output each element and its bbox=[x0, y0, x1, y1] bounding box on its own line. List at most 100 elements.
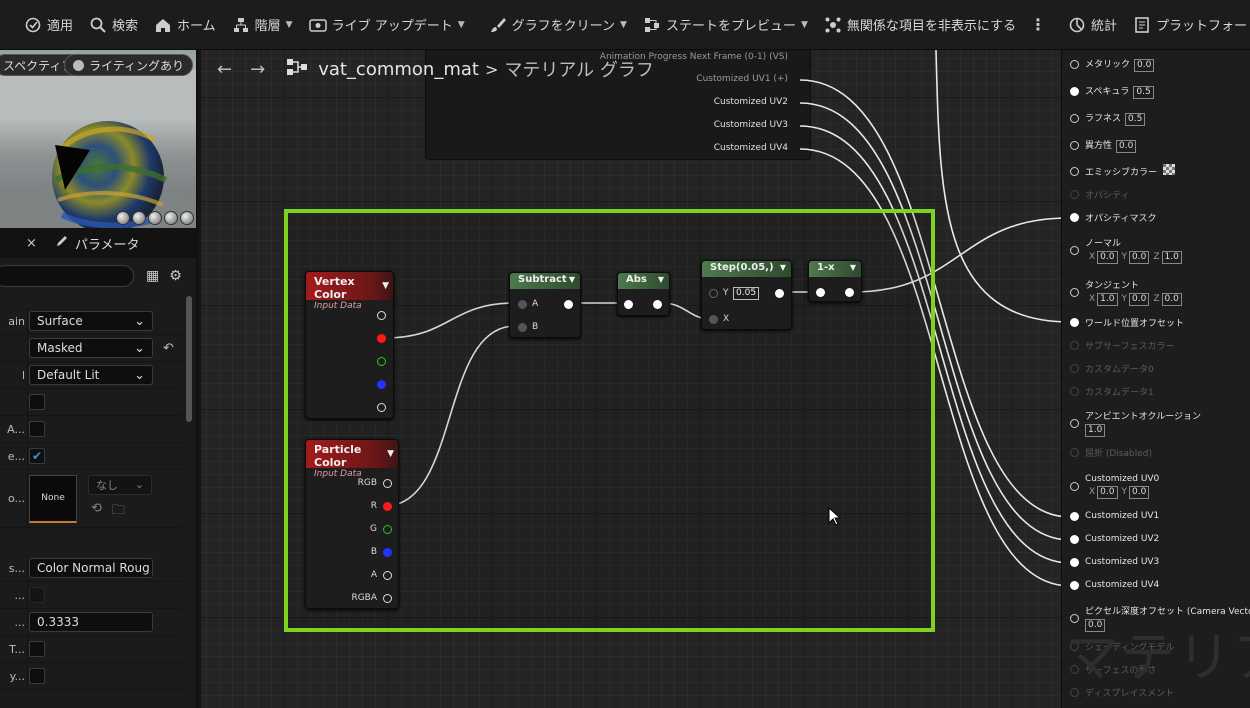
pin-connector[interactable] bbox=[1070, 318, 1079, 327]
use-selected-icon[interactable]: ⟲ bbox=[91, 501, 102, 523]
pin-connector[interactable] bbox=[1070, 60, 1079, 69]
platform-stats-button[interactable]: プラットフォー bbox=[1125, 0, 1250, 49]
material-preview-viewport[interactable]: スペクティブ ライティングあり bbox=[0, 50, 196, 228]
chevron-down-icon[interactable]: ▼ bbox=[658, 275, 664, 284]
property-checkbox[interactable] bbox=[29, 587, 45, 603]
material-input-pin[interactable]: タンジェント X 1.0 Y 0.0 Z 0.0 bbox=[1070, 278, 1182, 306]
material-input-pin[interactable]: アンビエントオクルージョン 1.0 bbox=[1070, 409, 1201, 437]
one-minus-node[interactable]: 1-x ▼ bbox=[808, 260, 862, 302]
property-checkbox[interactable] bbox=[29, 668, 45, 684]
property-dropdown[interactable]: Color Normal Roug⌄ bbox=[29, 558, 153, 578]
material-input-pin[interactable]: オパシティマスク bbox=[1070, 211, 1156, 224]
material-result-node[interactable]: メタリック 0.0 スペキュラ 0.5 ラフネス 0.5 異方性 0.0 エミッシブカラー オパシ… bbox=[1061, 50, 1250, 708]
browse-folder-icon[interactable]: 🗀 bbox=[112, 501, 125, 523]
details-search-input[interactable] bbox=[0, 265, 134, 287]
material-input-pin[interactable]: Customized UV3 bbox=[1070, 557, 1159, 567]
output-pin-b[interactable] bbox=[383, 548, 392, 557]
material-input-pin[interactable]: 異方性 0.0 bbox=[1070, 138, 1137, 153]
material-input-pin[interactable]: ラフネス 0.5 bbox=[1070, 111, 1146, 126]
search-button[interactable]: 検索 bbox=[81, 0, 146, 49]
material-input-pin[interactable]: Customized UV2 bbox=[1070, 534, 1159, 544]
input-pin[interactable] bbox=[624, 300, 633, 309]
hierarchy-dropdown[interactable]: 階層 ▼ bbox=[224, 0, 301, 49]
pin-connector[interactable] bbox=[1070, 482, 1079, 491]
back-arrow-icon[interactable]: ← bbox=[217, 59, 232, 80]
output-pin[interactable] bbox=[845, 288, 854, 297]
lighting-button[interactable]: ライティングあり bbox=[64, 54, 194, 76]
pin-default-value[interactable]: 0.5 bbox=[1133, 86, 1154, 99]
output-pin[interactable] bbox=[775, 289, 784, 298]
property-checkbox[interactable] bbox=[29, 641, 45, 657]
pin-connector[interactable] bbox=[1070, 190, 1079, 199]
hide-unrelated-button[interactable]: 無関係な項目を非表示にする bbox=[816, 0, 1024, 49]
vector-component-input[interactable]: 0.0 bbox=[1129, 293, 1150, 306]
more-options-icon[interactable]: ⋮ bbox=[1024, 15, 1052, 34]
stats-button[interactable]: 統計 bbox=[1060, 0, 1125, 49]
pin-connector[interactable] bbox=[1070, 511, 1079, 521]
material-input-pin[interactable]: オパシティ bbox=[1070, 188, 1129, 201]
live-update-dropdown[interactable]: ライブ アップデート ▼ bbox=[301, 0, 473, 49]
material-input-pin[interactable]: カスタムデータ1 bbox=[1070, 385, 1154, 398]
pin-connector[interactable] bbox=[1070, 364, 1079, 373]
output-pin-a[interactable] bbox=[377, 403, 386, 412]
pin-connector[interactable] bbox=[1070, 665, 1079, 674]
vector-component-input[interactable]: 0.0 bbox=[1097, 486, 1118, 499]
chevron-down-icon[interactable]: ▼ bbox=[569, 275, 575, 284]
cylinder-preview-icon[interactable] bbox=[116, 211, 130, 225]
close-tab-icon[interactable]: × bbox=[26, 236, 37, 251]
output-pin-rgba[interactable] bbox=[383, 594, 392, 603]
clean-graph-dropdown[interactable]: グラフをクリーン ▼ bbox=[481, 0, 635, 49]
sphere-preview-icon[interactable] bbox=[132, 211, 146, 225]
output-pin-g[interactable] bbox=[383, 525, 392, 534]
material-input-pin[interactable]: ピクセル深度オフセット (Camera Vector) 0.0 bbox=[1070, 604, 1250, 632]
particle-color-node[interactable]: Particle Color Input Data ▼ RGB R G B A … bbox=[305, 439, 399, 609]
chevron-down-icon[interactable]: ▼ bbox=[382, 281, 389, 291]
vector-component-input[interactable]: 0.0 bbox=[1129, 486, 1150, 499]
output-pin-a[interactable] bbox=[383, 571, 392, 580]
pin-connector[interactable] bbox=[1070, 166, 1079, 176]
chevron-down-icon[interactable]: ▼ bbox=[780, 263, 786, 272]
pin-connector[interactable] bbox=[1070, 642, 1079, 651]
preview-state-dropdown[interactable]: ステートをプレビュー ▼ bbox=[635, 0, 816, 49]
property-dropdown[interactable]: Masked ⌄ bbox=[29, 338, 153, 358]
pin-connector[interactable] bbox=[1070, 557, 1079, 567]
pin-connector[interactable] bbox=[1070, 613, 1079, 623]
pin-connector[interactable] bbox=[1070, 448, 1079, 457]
subtract-node[interactable]: Subtract ▼ A B bbox=[509, 272, 581, 338]
property-dropdown[interactable]: Default Lit ⌄ bbox=[29, 365, 153, 385]
material-input-pin[interactable]: エミッシブカラー bbox=[1070, 164, 1176, 178]
home-button[interactable]: ホーム bbox=[146, 0, 224, 49]
reset-to-default-icon[interactable]: ↶ bbox=[163, 341, 174, 356]
pin-connector[interactable] bbox=[1070, 534, 1079, 544]
tab-parameters[interactable]: パラメータ bbox=[55, 234, 140, 253]
output-pin-b[interactable] bbox=[377, 380, 386, 389]
material-input-pin[interactable]: Customized UV0 X 0.0 Y 0.0 bbox=[1070, 474, 1159, 499]
input-pin[interactable] bbox=[816, 288, 825, 297]
pin-connector[interactable] bbox=[1070, 245, 1079, 255]
material-input-pin[interactable]: 屈折 (Disabled) bbox=[1070, 446, 1152, 459]
vector-component-input[interactable]: 0.0 bbox=[1097, 251, 1118, 264]
pin-connector[interactable] bbox=[1070, 287, 1079, 297]
input-pin-y[interactable] bbox=[709, 289, 718, 298]
vector-component-input[interactable]: 0.0 bbox=[1161, 293, 1182, 306]
material-input-pin[interactable]: ノーマル X 0.0 Y 0.0 Z 1.0 bbox=[1070, 236, 1182, 264]
material-input-pin[interactable]: サーフェスの厚さ bbox=[1070, 663, 1156, 676]
breadcrumb-asset[interactable]: vat_common_mat bbox=[318, 59, 479, 80]
material-input-pin[interactable]: Customized UV1 bbox=[1070, 511, 1159, 521]
property-number-input[interactable]: 0.3333 bbox=[29, 612, 153, 632]
pin-connector[interactable] bbox=[1070, 387, 1079, 396]
step-y-value-input[interactable]: 0.05 bbox=[733, 287, 760, 300]
output-pin[interactable] bbox=[653, 300, 662, 309]
pin-default-value[interactable]: 0.0 bbox=[1134, 59, 1155, 72]
abs-node[interactable]: Abs ▼ bbox=[617, 272, 670, 316]
vertex-color-node[interactable]: Vertex Color Input Data ▼ bbox=[305, 271, 394, 419]
material-input-pin[interactable]: Customized UV4 bbox=[1070, 580, 1159, 590]
property-dropdown[interactable]: Surface ⌄ bbox=[29, 311, 153, 331]
output-pin[interactable] bbox=[564, 300, 573, 309]
vector-component-input[interactable]: 1.0 bbox=[1097, 293, 1118, 306]
output-pin-rgb[interactable] bbox=[383, 479, 392, 488]
pin-connector[interactable] bbox=[1070, 341, 1079, 350]
property-checkbox[interactable] bbox=[29, 394, 45, 410]
pin-connector[interactable] bbox=[1070, 114, 1079, 123]
cube-preview-icon[interactable] bbox=[164, 211, 178, 225]
